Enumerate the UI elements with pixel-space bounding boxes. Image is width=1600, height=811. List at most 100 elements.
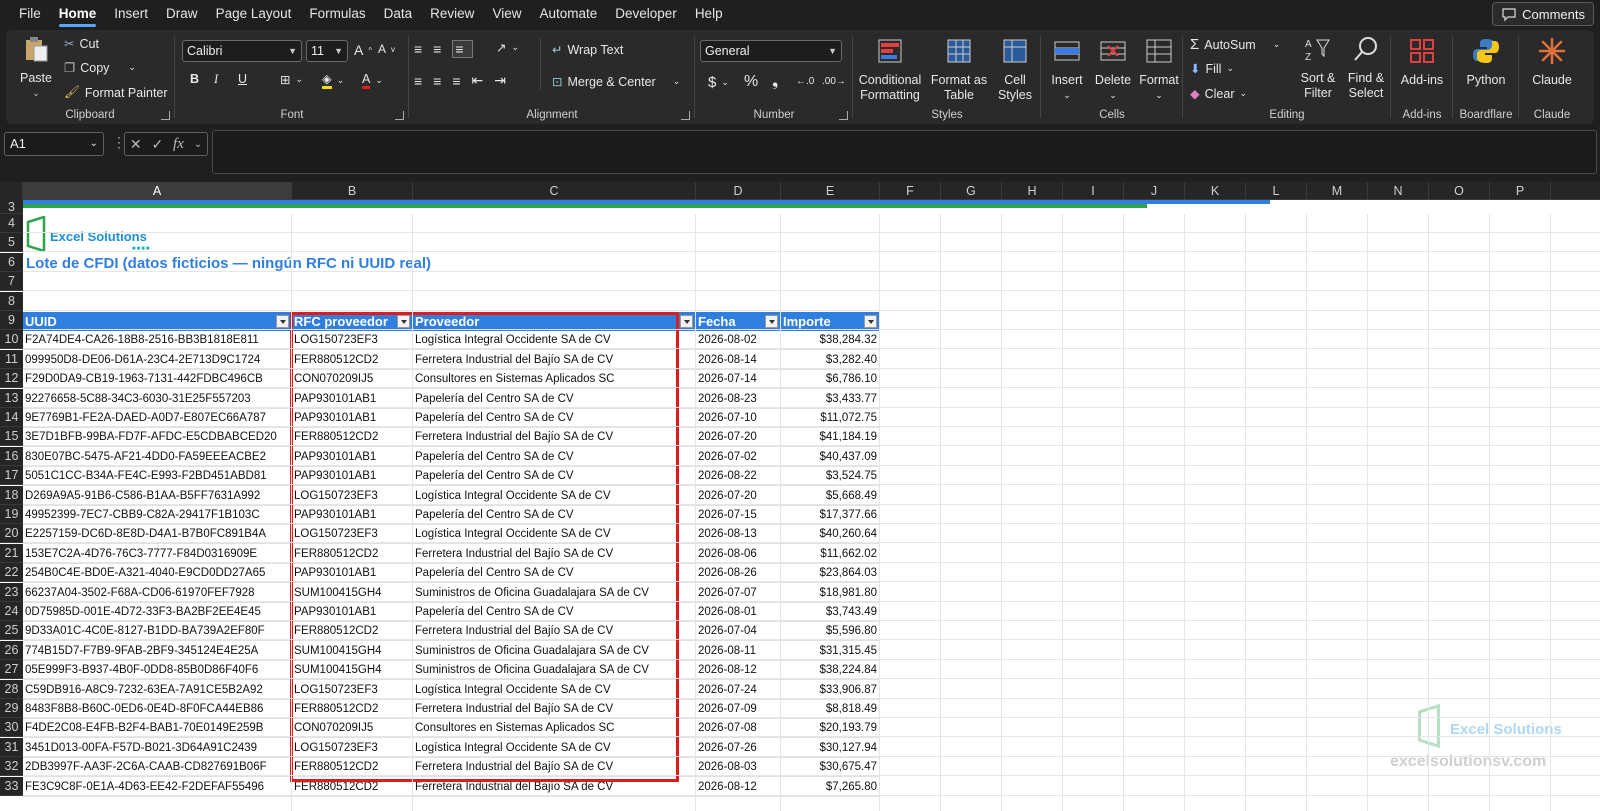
- underline-button[interactable]: U: [238, 72, 247, 86]
- font-launcher-icon[interactable]: [395, 111, 404, 120]
- menu-tab-view[interactable]: View: [483, 0, 530, 28]
- row-header[interactable]: 28: [0, 680, 23, 699]
- column-header-a[interactable]: A: [23, 182, 292, 200]
- column-header-n[interactable]: N: [1368, 182, 1429, 200]
- row-header[interactable]: 17: [0, 466, 23, 485]
- claude-button[interactable]: Claude: [1522, 36, 1582, 88]
- menu-tab-review[interactable]: Review: [421, 0, 483, 28]
- number-format-select[interactable]: General ▼: [700, 40, 842, 62]
- menu-tab-page-layout[interactable]: Page Layout: [207, 0, 301, 28]
- column-header-k[interactable]: K: [1185, 182, 1246, 200]
- column-header-g[interactable]: G: [941, 182, 1002, 200]
- row-header[interactable]: 10: [0, 330, 23, 349]
- wrap-text-button[interactable]: ↵ Wrap Text: [552, 42, 623, 58]
- horizontal-align-buttons[interactable]: ≡ ≡ ≡ ⇤ ⇥: [414, 72, 512, 89]
- merge-center-button[interactable]: ⊡ Merge & Center ⌄: [552, 74, 680, 90]
- python-button[interactable]: Python: [1456, 36, 1516, 88]
- column-header-o[interactable]: O: [1429, 182, 1490, 200]
- addins-button[interactable]: Add-ins: [1394, 36, 1450, 88]
- row-header[interactable]: 23: [0, 583, 23, 602]
- menu-tab-file[interactable]: File: [10, 0, 50, 28]
- increase-font-button[interactable]: A ^: [354, 42, 372, 58]
- percent-button[interactable]: %: [744, 73, 758, 91]
- row-header[interactable]: 31: [0, 738, 23, 757]
- row-header[interactable]: 15: [0, 427, 23, 446]
- row-header[interactable]: 13: [0, 389, 23, 408]
- menu-tab-automate[interactable]: Automate: [530, 0, 606, 28]
- insert-function-button[interactable]: fx: [173, 136, 184, 153]
- row-header[interactable]: 18: [0, 486, 23, 505]
- menu-tab-home[interactable]: Home: [50, 0, 106, 28]
- row-header[interactable]: 32: [0, 757, 23, 776]
- column-header-b[interactable]: B: [292, 182, 413, 200]
- row-header[interactable]: 12: [0, 369, 23, 388]
- column-header-l[interactable]: L: [1246, 182, 1307, 200]
- font-color-button[interactable]: A ⌄: [362, 72, 383, 89]
- bold-button[interactable]: B: [190, 72, 199, 86]
- cell-styles-button[interactable]: Cell Styles: [990, 36, 1040, 103]
- row-header[interactable]: 4: [0, 214, 23, 233]
- column-header-h[interactable]: H: [1002, 182, 1063, 200]
- row-header[interactable]: 3: [0, 200, 23, 214]
- conditional-formatting-button[interactable]: Conditional Formatting: [854, 36, 926, 103]
- filter-dropdown-icon[interactable]: [864, 315, 877, 328]
- column-header-e[interactable]: E: [781, 182, 880, 200]
- filter-dropdown-icon[interactable]: [680, 315, 693, 328]
- formula-input[interactable]: [212, 130, 1597, 174]
- row-header[interactable]: 26: [0, 641, 23, 660]
- autosum-button[interactable]: Σ AutoSum ⌄: [1190, 36, 1280, 53]
- worksheet[interactable]: Excel Solutions ■■■■ Lote de CFDI (datos…: [0, 200, 1600, 811]
- comma-button[interactable]: ❟: [772, 73, 778, 91]
- row-header[interactable]: 24: [0, 602, 23, 621]
- select-all-corner[interactable]: [0, 182, 23, 200]
- find-select-button[interactable]: Find & Select: [1342, 34, 1390, 101]
- row-header[interactable]: 19: [0, 505, 23, 524]
- decrease-font-button[interactable]: Av: [378, 42, 395, 56]
- cancel-icon[interactable]: ✕: [130, 136, 142, 153]
- italic-button[interactable]: I: [214, 72, 218, 87]
- menu-tab-formulas[interactable]: Formulas: [300, 0, 374, 28]
- row-header[interactable]: 21: [0, 544, 23, 563]
- menu-tab-help[interactable]: Help: [686, 0, 732, 28]
- insert-cells-button[interactable]: Insert ⌄: [1044, 36, 1090, 103]
- column-header-m[interactable]: M: [1307, 182, 1368, 200]
- cut-button[interactable]: ✂ Cut: [64, 36, 99, 52]
- column-header-i[interactable]: I: [1063, 182, 1124, 200]
- format-cells-button[interactable]: Format ⌄: [1136, 36, 1182, 103]
- column-header-c[interactable]: C: [413, 182, 696, 200]
- column-header-j[interactable]: J: [1124, 182, 1185, 200]
- fill-color-button[interactable]: ◈ ⌄: [322, 72, 344, 89]
- row-header[interactable]: 11: [0, 350, 23, 369]
- sort-filter-button[interactable]: AZ Sort & Filter: [1294, 34, 1342, 101]
- row-header[interactable]: 29: [0, 699, 23, 718]
- confirm-icon[interactable]: ✓: [151, 136, 163, 153]
- orientation-button[interactable]: ↗ ⌄: [496, 40, 519, 55]
- row-header[interactable]: 30: [0, 718, 23, 737]
- row-header[interactable]: 7: [0, 272, 23, 291]
- number-launcher-icon[interactable]: [839, 111, 848, 120]
- row-header[interactable]: 16: [0, 447, 23, 466]
- menu-tab-data[interactable]: Data: [375, 0, 422, 28]
- row-header[interactable]: 14: [0, 408, 23, 427]
- row-header[interactable]: 22: [0, 563, 23, 582]
- alignment-launcher-icon[interactable]: [681, 111, 690, 120]
- column-header-p[interactable]: P: [1490, 182, 1551, 200]
- delete-cells-button[interactable]: Delete ⌄: [1090, 36, 1136, 103]
- copy-button[interactable]: ❐ Copy ⌄: [64, 60, 136, 76]
- name-box[interactable]: A1 ⌄: [4, 132, 104, 156]
- row-header[interactable]: 5: [0, 233, 23, 252]
- row-header[interactable]: 27: [0, 660, 23, 679]
- format-painter-button[interactable]: 🖌 Format Painter: [64, 85, 168, 100]
- clipboard-launcher-icon[interactable]: [161, 111, 170, 120]
- increase-decimal-button[interactable]: ←.0: [796, 76, 814, 87]
- paste-button[interactable]: Paste ⌄: [14, 34, 58, 101]
- column-header-f[interactable]: F: [880, 182, 941, 200]
- currency-button[interactable]: $ ⌄: [708, 74, 729, 91]
- comments-button[interactable]: Comments: [1492, 2, 1594, 26]
- row-header[interactable]: 25: [0, 621, 23, 640]
- format-as-table-button[interactable]: Format as Table: [928, 36, 990, 103]
- menu-tab-draw[interactable]: Draw: [157, 0, 207, 28]
- row-header[interactable]: 33: [0, 777, 23, 796]
- row-header[interactable]: 8: [0, 292, 23, 311]
- font-size-select[interactable]: 11 ▼: [306, 40, 348, 62]
